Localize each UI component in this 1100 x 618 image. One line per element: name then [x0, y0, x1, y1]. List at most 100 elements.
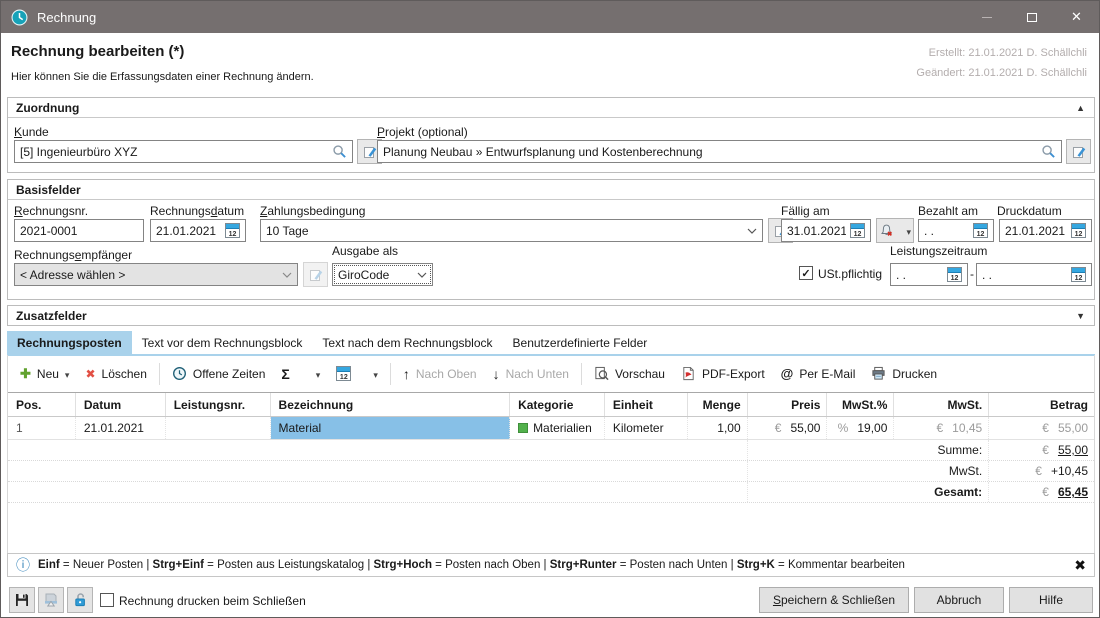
search-icon[interactable] [1041, 144, 1056, 159]
gesamt-value: €65,45 [989, 482, 1094, 502]
col-mwst-pct[interactable]: MwSt.% [827, 393, 894, 416]
cell-bezeichnung-selected[interactable]: Material [271, 417, 511, 439]
rechnungsdatum-input[interactable]: 21.01.2021 [150, 219, 246, 242]
col-leistungsnr[interactable]: Leistungsnr. [166, 393, 271, 416]
minimize-icon [982, 17, 992, 18]
dropdown-icon[interactable] [906, 224, 911, 238]
tab-text-vor[interactable]: Text vor dem Rechnungsblock [132, 331, 313, 354]
bezahlt-input[interactable]: . . [918, 219, 994, 242]
dropdown-icon[interactable] [373, 367, 378, 381]
dropdown-icon[interactable] [316, 367, 321, 381]
empfaenger-combo[interactable]: < Adresse wählen > [14, 263, 298, 286]
cell-einheit[interactable]: Kilometer [605, 417, 688, 439]
nach-oben-button: Nach Oben [395, 366, 485, 382]
group-zusatzfelder-title: Zusatzfelder [8, 306, 1094, 326]
abbruch-button[interactable]: Abbruch [914, 587, 1004, 613]
titlebar[interactable]: Rechnung [1, 1, 1099, 33]
mwst-value: €+10,45 [989, 461, 1094, 481]
edit-icon [308, 267, 324, 283]
group-zusatzfelder[interactable]: Zusatzfelder [7, 305, 1095, 326]
reminder-button[interactable] [876, 218, 914, 243]
save-close-button[interactable]: Speichern & Schließen [759, 587, 909, 613]
table-row[interactable]: 1 21.01.2021 Material Materialien Kilome… [8, 417, 1094, 440]
chevron-down-icon[interactable] [747, 228, 757, 234]
cell-mwst[interactable]: €10,45 [894, 417, 989, 439]
col-betrag[interactable]: Betrag [989, 393, 1094, 416]
faellig-label: Fällig am [781, 204, 830, 218]
pdf-export-button[interactable]: PDF-Export [673, 366, 773, 381]
datum-setzen-button[interactable] [328, 366, 386, 381]
ust-checkbox[interactable] [799, 266, 813, 280]
empfaenger-label: Rechnungsempfänger [14, 248, 132, 262]
maximize-button[interactable] [1009, 1, 1054, 33]
close-button[interactable] [1054, 1, 1099, 33]
maximize-icon [1027, 13, 1037, 22]
shortcut-hint-bar: Einf = Neuer Posten | Strg+Einf = Posten… [7, 553, 1095, 577]
col-preis[interactable]: Preis [748, 393, 828, 416]
faellig-input[interactable]: 31.01.2021 [781, 219, 871, 242]
calendar-icon[interactable] [947, 267, 962, 282]
loeschen-button[interactable]: Löschen [77, 367, 154, 381]
vorschau-button[interactable]: Vorschau [586, 366, 673, 381]
leistungszeitraum-bis-input[interactable]: . . [976, 263, 1092, 286]
col-einheit[interactable]: Einheit [605, 393, 688, 416]
cell-betrag[interactable]: €55,00 [989, 417, 1094, 439]
offene-zeiten-button[interactable]: Offene Zeiten [164, 366, 274, 381]
col-kategorie[interactable]: Kategorie [510, 393, 605, 416]
col-bezeichnung[interactable]: Bezeichnung [271, 393, 511, 416]
unlock-icon [72, 592, 88, 608]
tab-benutzerdefinierte-felder[interactable]: Benutzerdefinierte Felder [503, 331, 658, 354]
zahlungsbedingung-combo[interactable]: 10 Tage [260, 219, 763, 242]
cell-leistungsnr[interactable] [166, 417, 271, 439]
col-pos[interactable]: Pos. [8, 393, 76, 416]
cell-datum[interactable]: 21.01.2021 [76, 417, 166, 439]
col-datum[interactable]: Datum [76, 393, 166, 416]
summe-button[interactable] [273, 366, 328, 382]
cell-menge[interactable]: 1,00 [688, 417, 748, 439]
projekt-input[interactable]: Planung Neubau » Entwurfsplanung und Kos… [377, 140, 1062, 163]
cell-pos[interactable]: 1 [8, 417, 76, 439]
calendar-icon[interactable] [225, 223, 240, 238]
druckdatum-input[interactable]: 21.01.2021 [999, 219, 1092, 242]
kunde-input[interactable]: [5] Ingenieurbüro XYZ [14, 140, 353, 163]
search-icon[interactable] [332, 144, 347, 159]
gesamt-label: Gesamt: [748, 482, 990, 502]
hilfe-button[interactable]: Hilfe [1009, 587, 1093, 613]
tab-text-nach[interactable]: Text nach dem Rechnungsblock [312, 331, 502, 354]
leistungszeitraum-von-input[interactable]: . . [890, 263, 968, 286]
lock-button[interactable] [67, 587, 93, 613]
ausgabe-combo[interactable]: GiroCode [332, 263, 433, 286]
drucken-button[interactable]: Drucken [863, 366, 945, 381]
minimize-button[interactable] [964, 1, 1009, 33]
projekt-edit-button[interactable] [1066, 139, 1091, 164]
hint-close-icon[interactable] [1074, 557, 1086, 574]
save-button[interactable] [9, 587, 35, 613]
neu-button[interactable]: Neu [12, 366, 77, 382]
arrow-down-icon [493, 366, 500, 382]
chevron-down-icon[interactable] [417, 272, 427, 278]
col-mwst[interactable]: MwSt. [894, 393, 989, 416]
calendar-icon[interactable] [1071, 223, 1086, 238]
group-zuordnung-title: Zuordnung [8, 98, 1094, 118]
print-warning-icon [43, 592, 59, 608]
cell-mwst-pct[interactable]: %19,00 [827, 417, 894, 439]
collapse-up-icon[interactable] [1076, 103, 1085, 113]
calendar-icon[interactable] [1071, 267, 1086, 282]
summe-value: €55,00 [989, 440, 1094, 460]
per-email-button[interactable]: Per E-Mail [773, 366, 864, 381]
rechnungsnr-input[interactable]: 2021-0001 [14, 219, 144, 242]
clock-icon [172, 366, 187, 381]
tab-rechnungsposten[interactable]: Rechnungsposten [7, 331, 132, 354]
calendar-icon[interactable] [973, 223, 988, 238]
calendar-icon[interactable] [850, 223, 865, 238]
preview-icon [594, 366, 609, 381]
print-on-close-checkbox[interactable] [100, 593, 114, 607]
summe-label: Summe: [748, 440, 990, 460]
dropdown-icon[interactable] [65, 367, 70, 381]
cell-preis[interactable]: €55,00 [748, 417, 828, 439]
collapse-down-icon[interactable] [1076, 311, 1085, 321]
table-header[interactable]: Pos. Datum Leistungsnr. Bezeichnung Kate… [8, 393, 1094, 417]
print-on-close-label: Rechnung drucken beim Schließen [119, 594, 306, 608]
cell-kategorie[interactable]: Materialien [510, 417, 605, 439]
col-menge[interactable]: Menge [688, 393, 748, 416]
